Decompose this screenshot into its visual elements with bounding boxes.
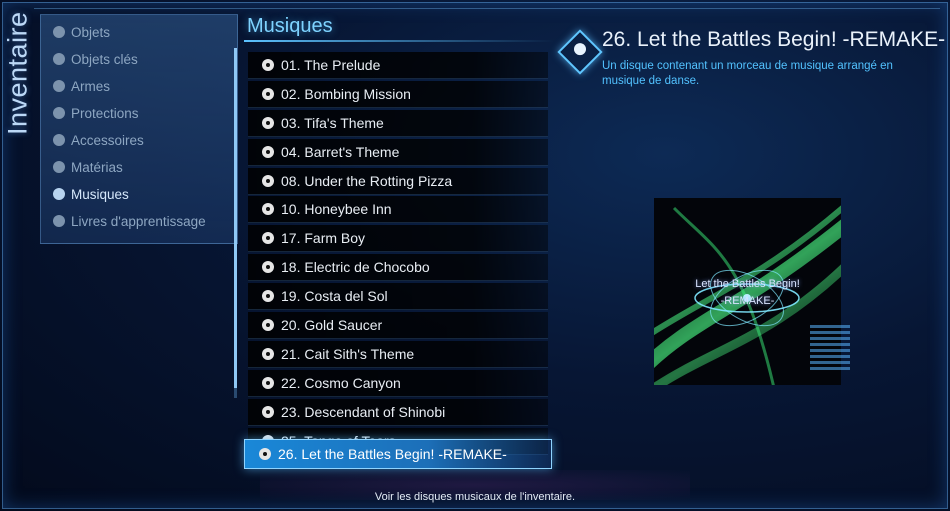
track-title: 08. Under the Rotting Pizza bbox=[281, 172, 453, 189]
cover-subtitle: -REMAKE- bbox=[720, 295, 775, 307]
music-track-row[interactable]: 03. Tifa's Theme bbox=[248, 109, 548, 137]
armor-icon bbox=[53, 107, 65, 119]
music-track-row-selected[interactable]: 26. Let the Battles Begin! -REMAKE- bbox=[244, 439, 552, 469]
track-title: 03. Tifa's Theme bbox=[281, 114, 384, 131]
book-icon bbox=[53, 215, 65, 227]
disc-icon bbox=[262, 59, 274, 71]
sidebar-item-objets[interactable]: Objets bbox=[53, 21, 110, 43]
sidebar-item-label: Musiques bbox=[71, 186, 129, 202]
music-track-row[interactable]: 04. Barret's Theme bbox=[248, 138, 548, 166]
sidebar-item-label: Matérias bbox=[71, 159, 123, 175]
materia-icon bbox=[53, 161, 65, 173]
sidebar-item-armes[interactable]: Armes bbox=[53, 75, 110, 97]
disc-icon bbox=[262, 116, 274, 129]
detail-description: Un disque contenant un morceau de musiqu… bbox=[602, 60, 893, 87]
music-track-row[interactable]: 23. Descendant of Shinobi bbox=[248, 398, 548, 426]
music-track-row[interactable]: 08. Under the Rotting Pizza bbox=[248, 167, 548, 195]
music-track-row[interactable]: 02. Bombing Mission bbox=[248, 80, 548, 108]
music-track-row[interactable]: 17. Farm Boy bbox=[248, 225, 548, 253]
track-title: 20. Gold Saucer bbox=[281, 317, 383, 334]
title-underline bbox=[244, 40, 554, 42]
sword-icon bbox=[53, 80, 65, 92]
track-title: 10. Honeybee Inn bbox=[281, 201, 392, 218]
disc-icon bbox=[262, 203, 274, 216]
track-title: 23. Descendant of Shinobi bbox=[281, 403, 446, 420]
disc-icon bbox=[259, 448, 271, 460]
disc-icon bbox=[262, 87, 274, 100]
accessory-icon bbox=[53, 134, 65, 146]
disc-icon bbox=[262, 376, 274, 389]
key-icon bbox=[53, 53, 65, 65]
track-title: 26. Let the Battles Begin! -REMAKE- bbox=[278, 446, 507, 462]
category-title: Musiques bbox=[247, 15, 333, 37]
music-track-row[interactable]: 18. Electric de Chocobo bbox=[248, 254, 548, 282]
sidebar-item-livres[interactable]: Livres d'apprentissage bbox=[53, 210, 206, 232]
screen-title: Inventaire bbox=[2, 11, 33, 135]
track-title: 22. Cosmo Canyon bbox=[281, 374, 401, 391]
disc-icon bbox=[262, 405, 274, 418]
track-title: 17. Farm Boy bbox=[281, 230, 366, 247]
track-title: 04. Barret's Theme bbox=[281, 143, 400, 160]
disc-icon bbox=[262, 261, 274, 274]
sidebar-item-materias[interactable]: Matérias bbox=[53, 156, 123, 178]
detail-title: 26. Let the Battles Begin! -REMAKE- bbox=[602, 28, 946, 51]
track-title: 02. Bombing Mission bbox=[281, 85, 411, 102]
sidebar-item-label: Armes bbox=[71, 78, 111, 94]
disc-icon bbox=[262, 347, 274, 360]
potion-icon bbox=[53, 26, 65, 38]
sidebar-item-protections[interactable]: Protections bbox=[53, 102, 139, 124]
music-track-row[interactable]: 22. Cosmo Canyon bbox=[248, 369, 548, 397]
disc-icon bbox=[53, 188, 65, 200]
track-title: 19. Costa del Sol bbox=[281, 288, 388, 305]
music-track-row[interactable]: 20. Gold Saucer bbox=[248, 312, 548, 340]
sidebar-item-label: Protections bbox=[71, 105, 139, 121]
sidebar-item-label: Accessoires bbox=[71, 132, 144, 148]
sidebar-item-musiques[interactable]: Musiques bbox=[53, 183, 129, 205]
category-sidebar: Objets Objets clés Armes Protections Acc… bbox=[40, 14, 238, 244]
disc-icon bbox=[262, 290, 274, 303]
track-title: 18. Electric de Chocobo bbox=[281, 259, 430, 276]
music-track-row[interactable]: 10. Honeybee Inn bbox=[248, 196, 548, 224]
music-track-row[interactable]: 21. Cait Sith's Theme bbox=[248, 340, 548, 368]
sidebar-item-label: Objets clés bbox=[71, 51, 138, 67]
disc-icon bbox=[262, 174, 274, 187]
track-title: 01. The Prelude bbox=[281, 57, 381, 73]
music-track-row[interactable]: 19. Costa del Sol bbox=[248, 283, 548, 311]
sidebar-item-label: Objets bbox=[71, 24, 111, 40]
decorative-bars bbox=[810, 325, 850, 395]
sidebar-item-label: Livres d'apprentissage bbox=[71, 213, 206, 229]
disc-icon bbox=[262, 232, 274, 245]
scrollbar-thumb[interactable] bbox=[234, 48, 237, 388]
cover-title: Let the Battles Begin! bbox=[695, 278, 800, 290]
sidebar-item-accessoires[interactable]: Accessoires bbox=[53, 129, 144, 151]
track-title: 21. Cait Sith's Theme bbox=[281, 345, 415, 362]
disc-icon bbox=[262, 319, 274, 332]
music-track-row[interactable]: 01. The Prelude bbox=[248, 52, 548, 79]
disc-icon bbox=[262, 145, 274, 158]
list-scrollbar[interactable] bbox=[234, 48, 237, 398]
help-text: Voir les disques musicaux de l'inventair… bbox=[374, 491, 576, 503]
sidebar-item-objets-cles[interactable]: Objets clés bbox=[53, 48, 138, 70]
music-list: 01. The Prelude 02. Bombing Mission 03. … bbox=[248, 52, 548, 456]
